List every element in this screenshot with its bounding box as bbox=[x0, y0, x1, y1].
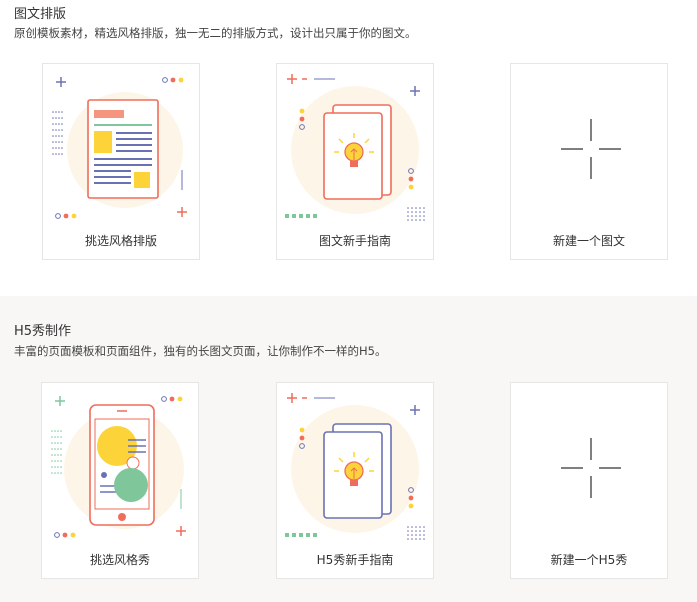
document-layout-icon bbox=[52, 77, 187, 219]
section-title: 图文排版 bbox=[14, 7, 67, 22]
card-label: 挑选风格排版 bbox=[84, 234, 157, 248]
card-label: 图文新手指南 bbox=[318, 234, 391, 248]
section-title: H5秀制作 bbox=[14, 324, 72, 339]
guide-book-lightbulb-icon bbox=[285, 393, 425, 540]
card-label: 挑选风格秀 bbox=[89, 553, 150, 567]
card-label: H5秀新手指南 bbox=[316, 553, 394, 567]
h5-guide-card[interactable]: H5秀新手指南 bbox=[276, 382, 434, 579]
section-description: 丰富的页面模板和页面组件，独有的长图文页面，让你制作不一样的H5。 bbox=[14, 344, 387, 358]
graphic-guide-card[interactable]: 图文新手指南 bbox=[276, 63, 434, 260]
section-graphic-layout: 图文排版 原创模板素材，精选风格排版，独一无二的排版方式，设计出只属于你的图文。 bbox=[0, 0, 697, 296]
new-graphic-card[interactable]: 新建一个图文 bbox=[510, 63, 668, 260]
guide-book-lightbulb-icon bbox=[285, 74, 425, 221]
section-description: 原创模板素材，精选风格排版，独一无二的排版方式，设计出只属于你的图文。 bbox=[14, 26, 417, 40]
choose-style-layout-card[interactable]: 挑选风格排版 bbox=[42, 63, 200, 260]
section-h5-show: H5秀制作 丰富的页面模板和页面组件，独有的长图文页面，让你制作不一样的H5。 bbox=[0, 296, 697, 602]
plus-icon bbox=[561, 438, 621, 498]
new-h5-show-card[interactable]: 新建一个H5秀 bbox=[510, 382, 668, 579]
plus-icon bbox=[561, 119, 621, 179]
phone-layout-icon bbox=[51, 396, 186, 538]
card-label: 新建一个H5秀 bbox=[550, 553, 628, 567]
card-label: 新建一个图文 bbox=[552, 234, 625, 248]
choose-style-show-card[interactable]: 挑选风格秀 bbox=[41, 382, 199, 579]
